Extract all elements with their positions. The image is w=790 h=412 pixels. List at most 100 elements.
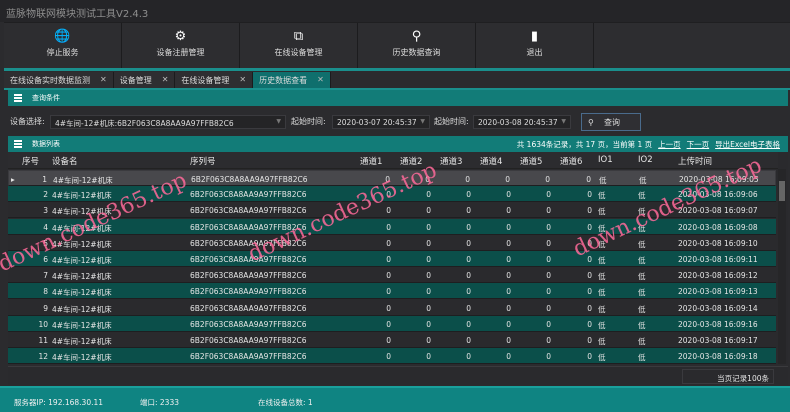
column-header[interactable]: 设备名	[52, 155, 78, 167]
query-button-label: 查询	[604, 118, 621, 127]
device-value: 4#车间-12#机床:6B2F063C8A8AA9A97FFB82C6	[55, 119, 234, 128]
tab-history-data[interactable]: 历史数据查看 ✕	[253, 72, 331, 88]
column-header[interactable]: 通道3	[440, 155, 462, 167]
search-icon: ⚲	[588, 118, 594, 127]
table-cell: 6B2F063C8A8AA9A97FFB82C6	[190, 336, 307, 345]
close-icon[interactable]: ✕	[100, 75, 107, 85]
end-time-picker[interactable]: 2020-03-08 20:45:37 ▼	[473, 115, 571, 129]
query-form: 设备选择: 4#车间-12#机床:6B2F063C8A8AA9A97FFB82C…	[8, 112, 788, 134]
table-cell: 0	[466, 222, 471, 232]
table-row[interactable]: 12 4#车间-12#机床 6B2F063C8A8AA9A97FFB82C6 0 0 0 0…	[8, 348, 776, 365]
table-cell: 低	[598, 320, 606, 330]
table-cell: 4#车间-12#机床	[52, 239, 112, 249]
table-row[interactable]: 8 4#车间-12#机床 6B2F063C8A8AA9A97FFB82C6 0 0 0 0 0…	[8, 283, 776, 300]
column-header[interactable]: 上传时间	[678, 155, 712, 167]
table-row[interactable]: 4 4#车间-12#机床 6B2F063C8A8AA9A97FFB82C6 0 0 0 0 0…	[8, 218, 776, 235]
table-cell: 0	[587, 303, 592, 313]
exit-button[interactable]: ▮ 退出	[476, 23, 594, 69]
close-icon[interactable]: ✕	[162, 75, 169, 85]
history-query-button[interactable]: ⚲ 历史数据查询	[358, 23, 476, 69]
table-cell: 0	[546, 271, 551, 281]
list-icon	[14, 94, 22, 102]
table-cell: 0	[426, 287, 431, 297]
vertical-scrollbar[interactable]	[778, 169, 786, 364]
column-header[interactable]: 通道6	[560, 155, 582, 167]
online-device-button[interactable]: ⧉ 在线设备管理	[240, 23, 358, 69]
table-cell: 4#车间-12#机床	[52, 272, 112, 282]
table-cell: 4#车间-12#机床	[52, 223, 112, 233]
tab-label: 历史数据查看	[259, 76, 308, 85]
column-header[interactable]: IO2	[638, 155, 653, 165]
table-cell: 低	[638, 239, 646, 249]
table-cell: 低	[638, 304, 646, 314]
column-header[interactable]: 序列号	[190, 155, 216, 167]
section-title: 查询条件	[32, 94, 60, 102]
prev-page-link[interactable]: 上一页	[658, 139, 681, 150]
scrollbar-thumb[interactable]	[779, 181, 785, 201]
network-icon: ⧉	[293, 29, 304, 44]
button-label: 停止服务	[46, 48, 79, 57]
table-row[interactable]: 9 4#车间-12#机床 6B2F063C8A8AA9A97FFB82C6 0 0 0 0 0…	[8, 299, 776, 316]
table-cell: 4#车间-12#机床	[52, 337, 112, 346]
start-time-picker[interactable]: 2020-03-07 20:45:37 ▼	[332, 115, 430, 129]
column-header[interactable]: 序号	[22, 155, 39, 167]
table-cell: 2020-03-08 16:09:17	[678, 336, 758, 345]
table-footer: 当页记录100条	[8, 366, 788, 385]
next-page-link[interactable]: 下一页	[687, 139, 710, 150]
table-row[interactable]: 5 4#车间-12#机床 6B2F063C8A8AA9A97FFB82C6 0 0 0 0 0…	[8, 234, 776, 251]
tab-label: 在线设备管理	[181, 76, 230, 85]
table-cell: 0	[506, 222, 511, 232]
table-cell: 10	[38, 319, 48, 329]
close-icon[interactable]: ✕	[239, 75, 246, 85]
column-header[interactable]: IO1	[598, 155, 613, 165]
table-cell: 2020-03-08 16:09:08	[678, 222, 758, 232]
table-row[interactable]: 2 4#车间-12#机床 6B2F063C8A8AA9A97FFB82C6 0 0 0 0 0…	[8, 186, 776, 203]
table-cell: 0	[426, 255, 431, 264]
table-row[interactable]: 10 4#车间-12#机床 6B2F063C8A8AA9A97FFB82C6 0 0 0 0…	[8, 315, 776, 332]
tab-device-management[interactable]: 设备管理 ✕	[113, 72, 176, 88]
table-cell: 0	[546, 319, 551, 329]
window-title: 蓝脉物联网模块测试工具V2.4.3	[0, 0, 790, 22]
table-cell: 2020-03-08 16:09:05	[679, 175, 759, 184]
table-cell: 0	[546, 255, 551, 264]
table-cell: 6B2F063C8A8AA9A97FFB82C6	[190, 255, 307, 264]
column-header[interactable]: 通道5	[520, 155, 542, 167]
table-cell: 1	[42, 175, 47, 184]
tab-realtime-monitor[interactable]: 在线设备实时数据监测 ✕	[4, 72, 114, 88]
column-header[interactable]: 通道2	[400, 155, 422, 167]
table-cell: 低	[598, 272, 606, 282]
start-time-label: 起始时间:	[291, 117, 326, 126]
column-header[interactable]: 通道4	[480, 155, 502, 167]
table-row[interactable]: 7 4#车间-12#机床 6B2F063C8A8AA9A97FFB82C6 0 0 0 0 0…	[8, 267, 776, 284]
tab-online-devices[interactable]: 在线设备管理 ✕	[175, 72, 254, 88]
table-cell: 2	[43, 190, 48, 200]
table-cell: 8	[43, 287, 48, 297]
table-row[interactable]: ▸ 1 4#车间-12#机床 6B2F063C8A8AA9A97FFB82C6 0 0 0 0…	[8, 170, 776, 186]
table-cell: 0	[426, 336, 431, 345]
table-row[interactable]: 11 4#车间-12#机床 6B2F063C8A8AA9A97FFB82C6 0 0 0 0…	[8, 332, 776, 348]
end-time-value: 2020-03-08 20:45:37	[478, 118, 558, 127]
table-cell: 3	[43, 206, 48, 216]
column-header[interactable]: 通道1	[360, 155, 382, 167]
table-row[interactable]: 3 4#车间-12#机床 6B2F063C8A8AA9A97FFB82C6 0 0 0 0 0…	[8, 202, 776, 219]
export-excel-link[interactable]: 导出Excel电子表格	[715, 139, 780, 150]
device-select[interactable]: 4#车间-12#机床:6B2F063C8A8AA9A97FFB82C6 ▼	[50, 115, 286, 129]
query-section-header: 查询条件	[8, 90, 788, 106]
query-button[interactable]: ⚲ 查询	[581, 113, 641, 131]
table-row[interactable]: 6 4#车间-12#机床 6B2F063C8A8AA9A97FFB82C6 0 0 0 0 0…	[8, 251, 776, 267]
table-cell: 0	[426, 319, 431, 329]
table-cell: 0	[426, 190, 431, 200]
device-registration-button[interactable]: ⚙ 设备注册管理	[122, 23, 240, 69]
online-device-total: 在线设备总数: 1	[258, 398, 313, 407]
table-cell: 6B2F063C8A8AA9A97FFB82C6	[191, 175, 308, 184]
exit-door-icon: ▮	[530, 29, 539, 44]
end-time-label: 起始时间:	[434, 117, 469, 126]
table-cell: 0	[587, 319, 592, 329]
table-cell: 0	[466, 352, 471, 362]
stop-service-button[interactable]: 🌐 停止服务	[4, 23, 122, 69]
gears-icon: ⚙	[174, 29, 187, 44]
table-cell: 低	[598, 239, 606, 249]
main-toolbar: 🌐 停止服务 ⚙ 设备注册管理 ⧉ 在线设备管理 ⚲ 历史数据查询 ▮ 退出	[4, 22, 790, 69]
table-cell: 低	[638, 353, 646, 363]
close-icon[interactable]: ✕	[317, 75, 324, 85]
